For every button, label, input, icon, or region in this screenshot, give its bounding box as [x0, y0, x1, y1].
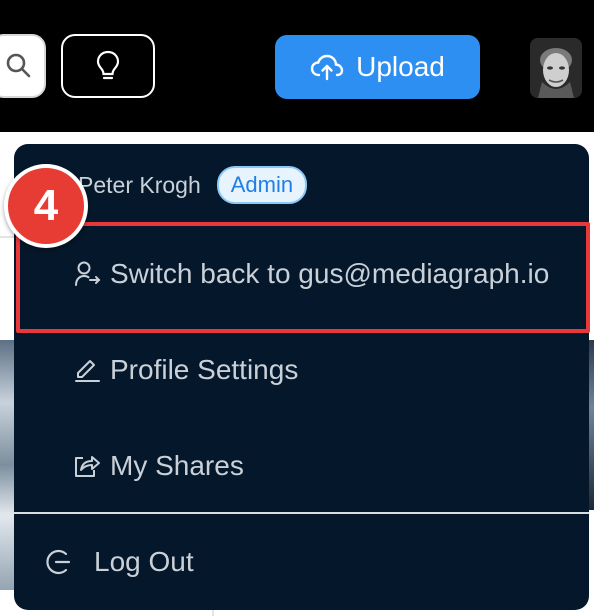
search-icon	[6, 53, 31, 78]
logout-icon	[44, 547, 74, 577]
search-button[interactable]	[0, 34, 46, 98]
my-shares-menu-item[interactable]: My Shares	[14, 418, 589, 514]
top-navigation-bar: Upload	[0, 0, 594, 132]
user-avatar[interactable]	[530, 38, 582, 98]
step-highlight-box	[16, 222, 590, 333]
share-icon	[72, 451, 102, 481]
log-out-label: Log Out	[94, 546, 194, 577]
role-badge: Admin	[216, 166, 308, 204]
profile-settings-label: Profile Settings	[110, 354, 299, 385]
lightbulb-icon	[96, 50, 120, 80]
log-out-menu-item[interactable]: Log Out	[14, 514, 589, 610]
cloud-upload-icon	[310, 54, 344, 81]
background-divider	[0, 236, 14, 238]
dropdown-header: Peter Krogh Admin	[14, 144, 589, 226]
current-user-name: Peter Krogh	[78, 171, 201, 198]
upload-button[interactable]: Upload	[275, 35, 480, 99]
upload-button-label: Upload	[356, 51, 445, 82]
pencil-icon	[72, 355, 102, 385]
account-dropdown-menu: Peter Krogh Admin Switch back to gus@med…	[14, 144, 589, 610]
avatar-image	[530, 38, 582, 98]
my-shares-label: My Shares	[110, 450, 244, 481]
step-number-badge: 4	[4, 164, 88, 248]
background-divider	[212, 610, 214, 616]
profile-settings-menu-item[interactable]: Profile Settings	[14, 322, 589, 418]
ideas-button[interactable]	[61, 34, 155, 98]
